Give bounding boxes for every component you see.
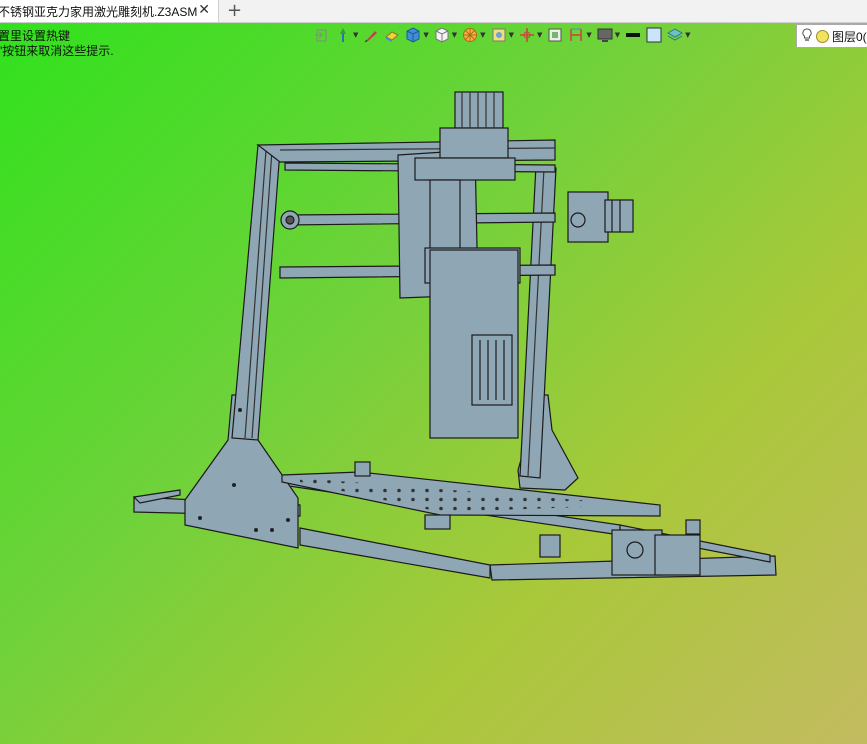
y-motor [654,534,701,576]
z-motor-mount [439,127,509,159]
z-top-block [414,157,516,181]
y-coupler [626,541,644,559]
bed-support-2 [539,534,561,558]
cnc-engraver-model[interactable] [0,0,867,744]
bed-support-3 [424,514,451,530]
y-end-block [685,519,701,535]
laser-heatsink [471,334,513,406]
x-motor-body [604,199,634,233]
bed-support-1 [354,461,371,477]
x-coupler [570,212,586,228]
z-column [429,179,461,251]
base-rail-right-front [299,527,491,579]
